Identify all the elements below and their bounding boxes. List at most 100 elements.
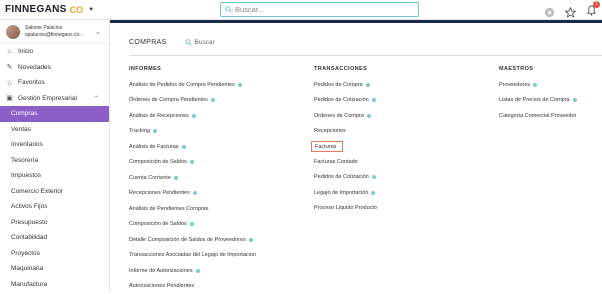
search-icon bbox=[225, 6, 232, 13]
sidebar-item-label: Ventas bbox=[11, 126, 31, 133]
menu-link[interactable]: Facturas bbox=[311, 141, 343, 152]
menu-link[interactable]: Recepciones bbox=[314, 124, 377, 140]
menu-link-label: Composición de Saldos bbox=[129, 221, 187, 227]
sidebar: Salome Palacios spalacios@finnegans.co..… bbox=[0, 20, 110, 292]
sidebar-item-presupuesto[interactable]: Presupuesto bbox=[0, 215, 109, 231]
info-icon[interactable] bbox=[573, 98, 577, 102]
menu-link[interactable]: Composición de Saldos bbox=[129, 217, 256, 233]
chevron-down-icon[interactable]: ⌄ bbox=[95, 28, 101, 36]
star-icon[interactable] bbox=[565, 7, 576, 18]
menu-link[interactable]: Ordenes de Compra bbox=[314, 108, 377, 124]
column-transacciones: TRANSACCIONES Pedidos de CompraPedidos d… bbox=[314, 66, 377, 216]
menu-link[interactable]: Recepciones Pendientes bbox=[129, 186, 256, 202]
info-icon[interactable] bbox=[190, 222, 194, 226]
menu-link[interactable]: Pedidos de Cotización bbox=[314, 170, 377, 186]
sidebar-item-inventarios[interactable]: Inventarios bbox=[0, 137, 109, 153]
sidebar-item-favoritos[interactable]: ☆ Favoritos bbox=[0, 75, 109, 91]
chevron-up-icon[interactable]: ⌃ bbox=[94, 95, 99, 102]
sidebar-item-label: Compras bbox=[11, 110, 37, 117]
menu-link-label: Tracking bbox=[129, 128, 150, 134]
menu-link[interactable]: Composición de Saldos bbox=[129, 155, 256, 171]
sidebar-item-compras[interactable]: Compras bbox=[0, 106, 109, 122]
sidebar-item-gestion-empresarial[interactable]: ▣ Gestión Empresarial ⌃ bbox=[0, 91, 109, 107]
menu-link[interactable]: Cuenta Corriente bbox=[129, 170, 256, 186]
sidebar-item-inicio[interactable]: ⌂ Inicio bbox=[0, 44, 109, 60]
info-icon[interactable] bbox=[249, 238, 253, 242]
menu-link[interactable]: Legajo de Importación bbox=[314, 185, 377, 201]
avatar bbox=[6, 25, 20, 39]
sidebar-item-contabilidad[interactable]: Contabilidad bbox=[0, 230, 109, 246]
column-maestros: MAESTROS ProveedoresListas de Precios de… bbox=[499, 66, 577, 124]
menu-link-label: Recepciones Pendientes bbox=[129, 190, 190, 196]
menu-link-label: Autorizaciones Pendientes bbox=[129, 283, 194, 289]
info-icon[interactable] bbox=[211, 98, 215, 102]
info-icon[interactable] bbox=[174, 176, 178, 180]
info-icon[interactable] bbox=[367, 114, 371, 118]
logo-text: FINNEGANS bbox=[5, 4, 67, 15]
sidebar-item-ventas[interactable]: Ventas bbox=[0, 122, 109, 138]
notifications-button[interactable]: 1 bbox=[586, 3, 597, 21]
menu-link[interactable]: Tracking bbox=[129, 124, 256, 140]
menu-link-label: Análisis de Pedidos de Compra Pendientes bbox=[129, 82, 235, 88]
menu-link-label: Transacciones Asociadas del Legajo de Im… bbox=[129, 252, 256, 258]
menu-link[interactable]: Informe de Autorizaciones bbox=[129, 263, 256, 279]
menu-link[interactable]: Pedidos de Cotización bbox=[314, 93, 377, 109]
sidebar-item-label: Inicio bbox=[18, 48, 33, 55]
menu-link[interactable]: Proveedores bbox=[499, 77, 577, 93]
sidebar-item-novedades[interactable]: ✎ Novedades bbox=[0, 60, 109, 76]
menu-link[interactable]: Proceso Liquido Producto bbox=[314, 201, 377, 217]
menu-link[interactable]: Órdenes de Compra Pendientes bbox=[129, 93, 256, 109]
info-icon[interactable] bbox=[533, 83, 537, 87]
menu-link[interactable]: Detalle Composición de Saldos de Proveed… bbox=[129, 232, 256, 248]
menu-link-label: Informe de Autorizaciones bbox=[129, 268, 193, 274]
sidebar-item-label: Maquinaria bbox=[11, 265, 43, 272]
chevron-down-icon[interactable]: ▼ bbox=[88, 7, 94, 13]
info-icon[interactable] bbox=[366, 83, 370, 87]
menu-link[interactable]: Análisis de Pedidos de Compra Pendientes bbox=[129, 77, 256, 93]
column-informes: INFORMES Análisis de Pedidos de Compra P… bbox=[129, 66, 256, 294]
user-menu[interactable]: Salome Palacios spalacios@finnegans.co..… bbox=[0, 20, 109, 44]
sidebar-item-comercio-exterior[interactable]: Comercio Exterior bbox=[0, 184, 109, 200]
info-icon[interactable] bbox=[182, 145, 186, 149]
global-search-input[interactable]: Buscar... bbox=[220, 2, 419, 17]
menu-link[interactable]: Categoría Comercial Proveedor bbox=[499, 108, 577, 124]
info-icon[interactable] bbox=[196, 269, 200, 273]
info-icon[interactable] bbox=[238, 83, 242, 87]
settings-icon[interactable] bbox=[544, 7, 555, 18]
info-icon[interactable] bbox=[193, 191, 197, 195]
info-icon[interactable] bbox=[372, 175, 376, 179]
menu-link[interactable]: Análisis de Pendientes Compras bbox=[129, 201, 256, 217]
column-title: MAESTROS bbox=[499, 66, 577, 72]
sidebar-item-activos-fijos[interactable]: Activos Fijos bbox=[0, 199, 109, 215]
notifications-badge: 1 bbox=[593, 1, 600, 8]
pin-icon: ✎ bbox=[6, 63, 13, 71]
menu-link[interactable]: Pedidos de Compra bbox=[314, 77, 377, 93]
module-search[interactable]: Buscar bbox=[185, 39, 215, 46]
top-bar: FINNEGANS CO ▼ Buscar... 1 bbox=[0, 0, 602, 20]
info-icon[interactable] bbox=[190, 160, 194, 164]
sidebar-item-tesoreria[interactable]: Tesorería bbox=[0, 153, 109, 169]
sidebar-item-impuestos[interactable]: Impuestos bbox=[0, 168, 109, 184]
sidebar-item-maquinaria[interactable]: Maquinaria bbox=[0, 261, 109, 277]
app-logo[interactable]: FINNEGANS CO ▼ bbox=[5, 4, 94, 15]
user-email: spalacios@finnegans.co... bbox=[25, 32, 90, 39]
menu-link[interactable]: Análisis de Facturas bbox=[129, 139, 256, 155]
sidebar-item-manufactura[interactable]: Manufactura bbox=[0, 277, 109, 293]
menu-link[interactable]: Análisis de Recepciones bbox=[129, 108, 256, 124]
menu-link-label: Ordenes de Compra bbox=[314, 113, 364, 119]
sidebar-item-proyectos[interactable]: Proyectos bbox=[0, 246, 109, 262]
menu-link[interactable]: Listas de Precios de Compra bbox=[499, 93, 577, 109]
menu-link-label: Categoría Comercial Proveedor bbox=[499, 113, 576, 119]
divider bbox=[129, 55, 602, 56]
info-icon[interactable] bbox=[153, 129, 157, 133]
info-icon[interactable] bbox=[371, 191, 375, 195]
sidebar-item-label: Contabilidad bbox=[11, 234, 47, 241]
info-icon[interactable] bbox=[372, 98, 376, 102]
column-title: INFORMES bbox=[129, 66, 256, 72]
menu-link[interactable]: Facturas Contado bbox=[314, 154, 377, 170]
menu-link-label: Legajo de Importación bbox=[314, 190, 368, 196]
sidebar-item-label: Tesorería bbox=[11, 157, 38, 164]
menu-link-label: Órdenes de Compra Pendientes bbox=[129, 97, 208, 103]
info-icon[interactable] bbox=[192, 114, 196, 118]
menu-link[interactable]: Transacciones Asociadas del Legajo de Im… bbox=[129, 248, 256, 264]
